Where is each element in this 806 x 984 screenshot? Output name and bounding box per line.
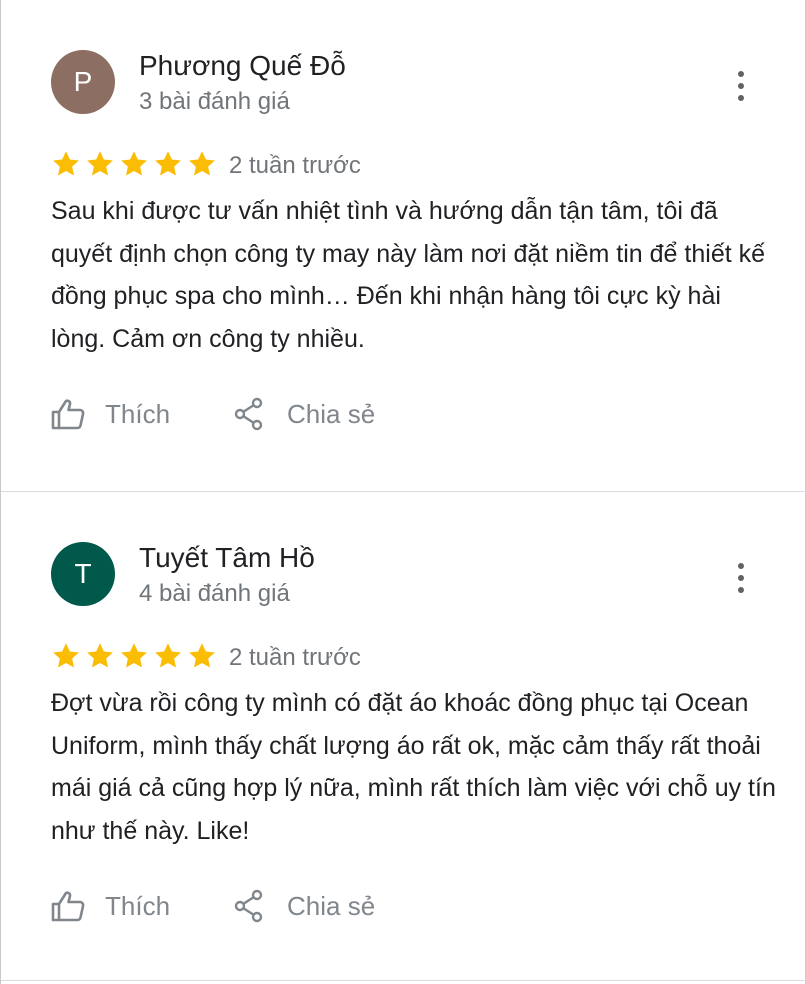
- star-icon: [121, 151, 147, 176]
- more-vert-icon: [738, 563, 744, 569]
- star-icon: [53, 643, 79, 668]
- like-label: Thích: [105, 398, 171, 429]
- star-icon: [155, 643, 181, 668]
- more-vert-icon-dot: [738, 587, 744, 593]
- review-time: 2 tuần trước: [229, 644, 361, 671]
- like-label: Thích: [105, 890, 171, 921]
- review-time: 2 tuần trước: [229, 152, 361, 179]
- star-icon: [87, 643, 113, 668]
- share-icon: [234, 889, 263, 923]
- more-options-button[interactable]: [727, 68, 755, 104]
- star-icon: [121, 643, 147, 668]
- star-icon: [53, 151, 79, 176]
- star-icon: [87, 151, 113, 176]
- avatar[interactable]: T: [51, 542, 115, 606]
- share-button[interactable]: Chia sẻ: [233, 392, 375, 436]
- star-rating: [51, 640, 221, 672]
- star-icon: [155, 151, 181, 176]
- review-card: P Phương Quế Đỗ 3 bài đánh giá 2 tuần tr…: [1, 0, 806, 492]
- reviews-panel: P Phương Quế Đỗ 3 bài đánh giá 2 tuần tr…: [0, 0, 806, 984]
- reviewer-review-count: 3 bài đánh giá: [139, 88, 290, 115]
- reviewer-review-count: 4 bài đánh giá: [139, 580, 290, 607]
- thumb-up-icon: [51, 399, 85, 430]
- more-vert-icon: [738, 71, 744, 77]
- more-vert-icon-dot: [738, 575, 744, 581]
- review-text: Sau khi được tư vấn nhiệt tình và hướng …: [51, 197, 766, 354]
- star-icon: [189, 643, 215, 668]
- avatar[interactable]: P: [51, 50, 115, 114]
- share-label: Chia sẻ: [287, 890, 376, 921]
- share-button[interactable]: Chia sẻ: [233, 884, 375, 928]
- more-options-button[interactable]: [727, 560, 755, 596]
- share-label: Chia sẻ: [287, 398, 376, 429]
- review-card: T Tuyết Tâm Hồ 4 bài đánh giá 2 tuần trư…: [1, 492, 806, 980]
- star-icon: [189, 151, 215, 176]
- share-icon: [234, 397, 263, 431]
- divider: [1, 980, 806, 981]
- thumb-up-icon: [51, 891, 85, 922]
- reviewer-name[interactable]: Tuyết Tâm Hồ: [139, 542, 315, 574]
- like-button[interactable]: Thích: [51, 392, 170, 436]
- star-rating: [51, 148, 221, 180]
- review-text: Đợt vừa rồi công ty mình có đặt áo khoác…: [51, 689, 776, 846]
- more-vert-icon-dot: [738, 83, 744, 89]
- like-button[interactable]: Thích: [51, 884, 170, 928]
- more-vert-icon-dot: [738, 95, 744, 101]
- reviewer-name[interactable]: Phương Quế Đỗ: [139, 50, 346, 82]
